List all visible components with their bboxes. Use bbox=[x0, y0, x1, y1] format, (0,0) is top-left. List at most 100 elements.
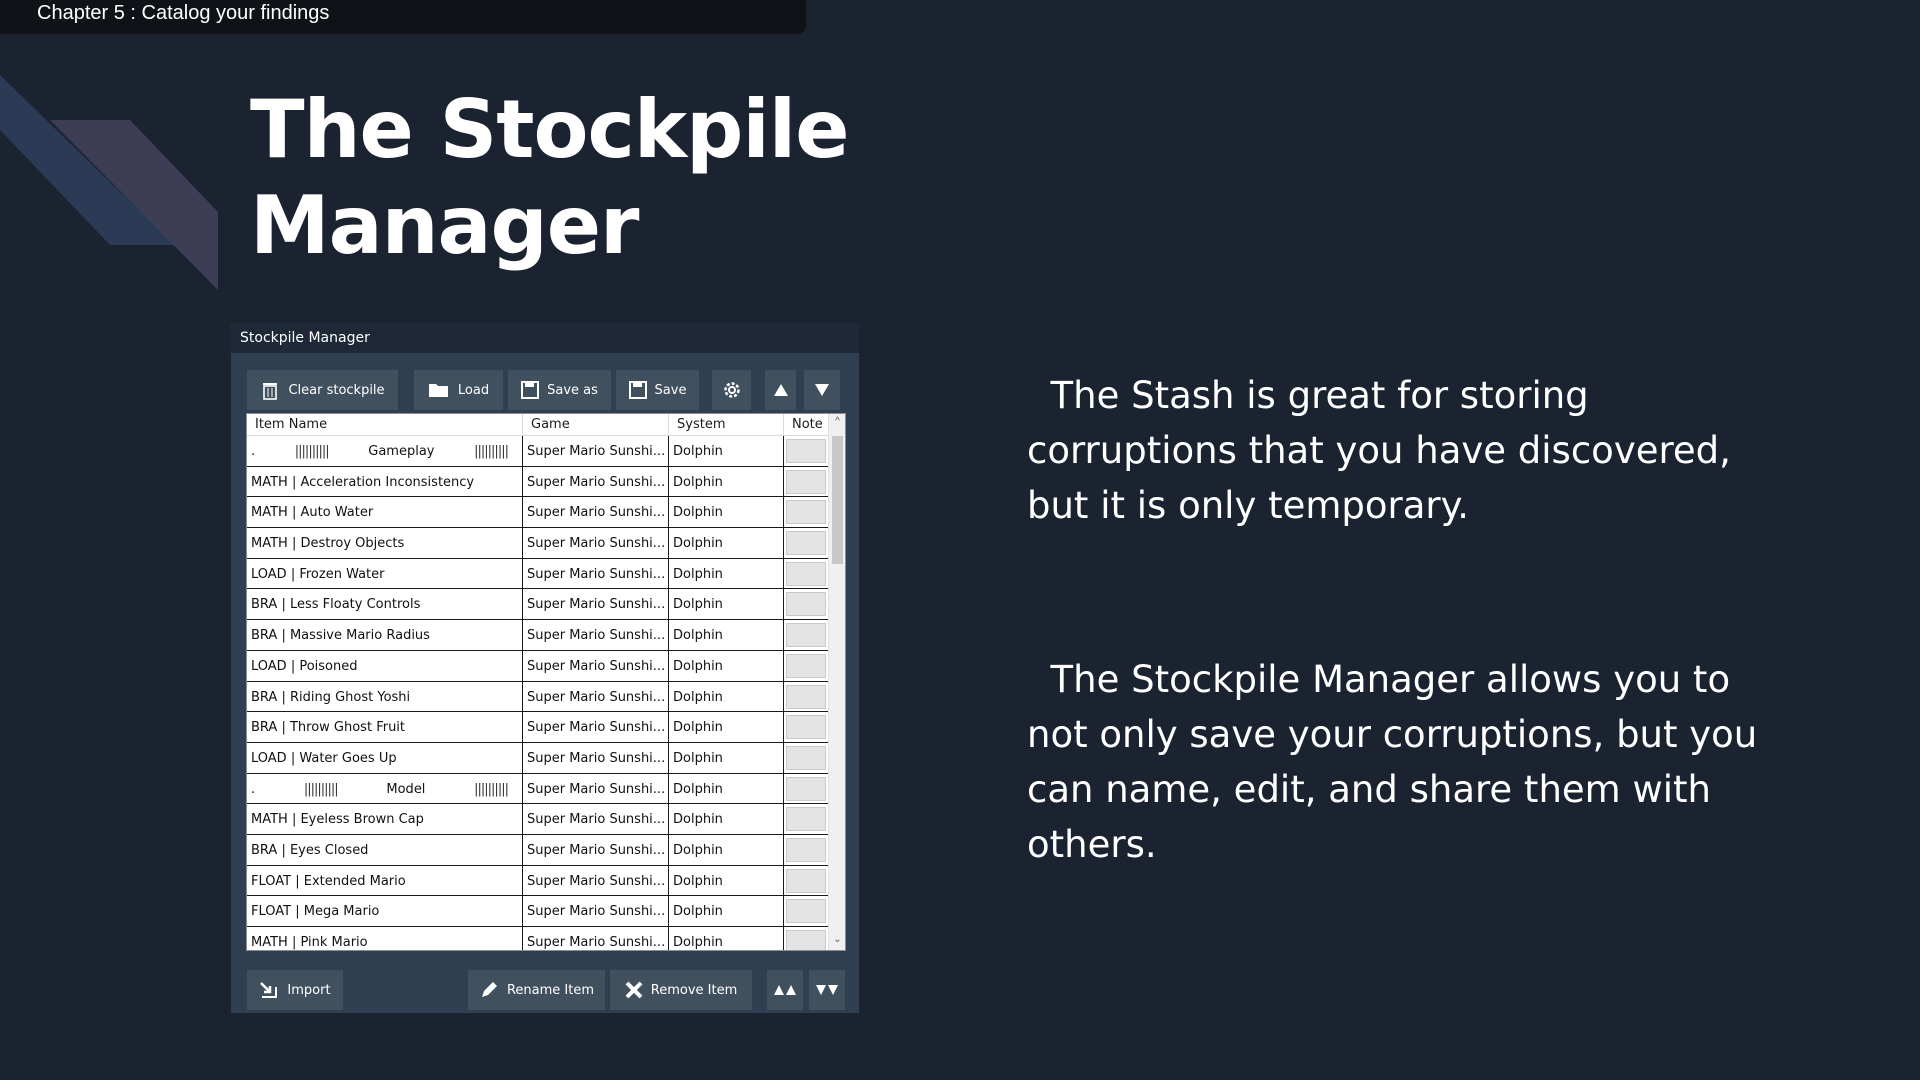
game-cell: Super Mario Sunshi... bbox=[523, 650, 669, 681]
paragraph-stash: The Stash is great for storing corruptio… bbox=[1027, 374, 1743, 527]
note-button[interactable] bbox=[786, 531, 826, 556]
window-body: Clear stockpile Load Save as Save Item N… bbox=[231, 353, 859, 1013]
table-row[interactable]: MATH | Acceleration Inconsistency Super M… bbox=[247, 466, 829, 498]
page-title: The Stockpile Manager bbox=[250, 82, 950, 274]
note-button[interactable] bbox=[786, 776, 826, 801]
note-button[interactable] bbox=[786, 930, 826, 950]
grid-header: Item Name Game System Note bbox=[247, 414, 829, 436]
stockpile-grid: Item Name Game System Note . |||||||||| Ga… bbox=[246, 413, 846, 951]
separator-bars-right: |||||||||| bbox=[474, 444, 509, 459]
separator-bars-left: |||||||||| bbox=[294, 444, 330, 459]
triangle-up-icon bbox=[773, 384, 788, 396]
note-button[interactable] bbox=[786, 684, 826, 709]
table-row[interactable]: BRA | Eyes Closed Super Mario Sunshi... Do… bbox=[247, 834, 829, 866]
note-cell bbox=[784, 896, 829, 926]
note-cell bbox=[784, 866, 829, 896]
column-header-system[interactable]: System bbox=[669, 414, 784, 436]
note-button[interactable] bbox=[786, 807, 826, 832]
import-button[interactable]: Import bbox=[247, 970, 343, 1010]
table-row-separator[interactable]: . |||||||||| Gameplay |||||||||| Super Mario… bbox=[247, 436, 829, 467]
game-cell: Super Mario Sunshi... bbox=[523, 773, 669, 804]
note-button[interactable] bbox=[786, 715, 826, 740]
item-name-cell: LOAD | Water Goes Up bbox=[247, 742, 523, 773]
note-button[interactable] bbox=[786, 868, 826, 893]
paragraph-stockpile: The Stockpile Manager allows you to not … bbox=[1027, 658, 1770, 866]
note-cell bbox=[784, 743, 829, 773]
column-header-item-name[interactable]: Item Name bbox=[247, 414, 523, 436]
system-cell: Dolphin bbox=[669, 497, 784, 528]
table-row[interactable]: LOAD | Poisoned Super Mario Sunshi... Dolp… bbox=[247, 650, 829, 682]
system-cell: Dolphin bbox=[669, 589, 784, 620]
note-button[interactable] bbox=[786, 469, 826, 494]
table-row[interactable]: LOAD | Frozen Water Super Mario Sunshi...… bbox=[247, 558, 829, 590]
table-row[interactable]: MATH | Destroy Objects Super Mario Sunshi… bbox=[247, 528, 829, 559]
rename-item-button[interactable]: Rename Item bbox=[468, 970, 605, 1010]
table-row[interactable]: MATH | Eyeless Brown Cap Super Mario Suns… bbox=[247, 804, 829, 835]
load-button[interactable]: Load bbox=[414, 370, 503, 410]
game-cell: Super Mario Sunshi... bbox=[523, 804, 669, 834]
table-row[interactable]: BRA | Massive Mario Radius Super Mario Su… bbox=[247, 620, 829, 651]
game-cell: Super Mario Sunshi... bbox=[523, 436, 669, 466]
note-cell bbox=[784, 804, 829, 834]
settings-button[interactable] bbox=[712, 370, 751, 410]
game-cell: Super Mario Sunshi... bbox=[523, 865, 669, 896]
vertical-scrollbar[interactable]: ^ ⌄ bbox=[828, 414, 845, 950]
note-button[interactable] bbox=[786, 623, 826, 648]
move-down-button[interactable] bbox=[804, 370, 840, 410]
note-cell bbox=[784, 682, 829, 712]
note-button[interactable] bbox=[786, 592, 826, 617]
note-button[interactable] bbox=[786, 561, 826, 586]
double-down-icon bbox=[816, 985, 838, 995]
move-to-top-button[interactable] bbox=[767, 970, 803, 1010]
system-cell: Dolphin bbox=[669, 927, 784, 950]
floppy-disk-icon bbox=[521, 381, 540, 399]
table-row[interactable]: MATH | Pink Mario Super Mario Sunshi... Do… bbox=[247, 927, 829, 950]
remove-item-button[interactable]: Remove Item bbox=[610, 970, 752, 1010]
column-header-note[interactable]: Note bbox=[784, 414, 829, 436]
note-button[interactable] bbox=[786, 439, 826, 463]
table-row[interactable]: BRA | Less Floaty Controls Super Mario Su… bbox=[247, 589, 829, 621]
table-row[interactable]: LOAD | Water Goes Up Super Mario Sunshi..… bbox=[247, 742, 829, 774]
move-up-button[interactable] bbox=[765, 370, 796, 410]
system-cell: Dolphin bbox=[669, 650, 784, 681]
system-cell: Dolphin bbox=[669, 896, 784, 926]
item-name-cell: BRA | Massive Mario Radius bbox=[247, 620, 523, 650]
table-row[interactable]: FLOAT | Mega Mario Super Mario Sunshi... D… bbox=[247, 896, 829, 927]
table-row[interactable]: MATH | Auto Water Super Mario Sunshi... Do… bbox=[247, 497, 829, 529]
item-name-cell: MATH | Pink Mario bbox=[247, 927, 523, 950]
scrollbar-thumb[interactable] bbox=[832, 436, 843, 564]
item-name-cell: FLOAT | Mega Mario bbox=[247, 896, 523, 926]
item-name-cell: BRA | Throw Ghost Fruit bbox=[247, 712, 523, 742]
scroll-up-arrow-icon[interactable]: ^ bbox=[831, 416, 844, 430]
scroll-down-arrow-icon[interactable]: ⌄ bbox=[831, 934, 844, 948]
note-cell bbox=[784, 589, 829, 619]
save-as-button[interactable]: Save as bbox=[508, 370, 611, 410]
table-row[interactable]: BRA | Throw Ghost Fruit Super Mario Sunsh… bbox=[247, 712, 829, 743]
note-cell bbox=[784, 927, 829, 950]
move-to-bottom-button[interactable] bbox=[809, 970, 845, 1010]
note-button[interactable] bbox=[786, 745, 826, 770]
note-button[interactable] bbox=[786, 837, 826, 862]
save-button[interactable]: Save bbox=[616, 370, 699, 410]
system-cell: Dolphin bbox=[669, 804, 784, 834]
system-cell: Dolphin bbox=[669, 834, 784, 865]
trash-icon bbox=[263, 383, 278, 400]
system-cell: Dolphin bbox=[669, 620, 784, 650]
column-header-game[interactable]: Game bbox=[523, 414, 669, 436]
table-row[interactable]: FLOAT | Extended Mario Super Mario Sunshi… bbox=[247, 865, 829, 897]
note-cell bbox=[784, 835, 829, 865]
system-cell: Dolphin bbox=[669, 528, 784, 558]
note-button[interactable] bbox=[786, 500, 826, 525]
note-button[interactable] bbox=[786, 653, 826, 678]
title-line-1: The Stockpile bbox=[250, 83, 849, 176]
clear-stockpile-button[interactable]: Clear stockpile bbox=[247, 370, 398, 410]
note-button[interactable] bbox=[786, 899, 826, 924]
item-name-cell: MATH | Destroy Objects bbox=[247, 528, 523, 558]
table-row[interactable]: BRA | Riding Ghost Yoshi Super Mario Suns… bbox=[247, 681, 829, 713]
stockpile-manager-window: Stockpile Manager Clear stockpile Load S… bbox=[230, 323, 859, 1013]
import-label: Import bbox=[287, 982, 331, 998]
table-row-separator[interactable]: . |||||||||| Model |||||||||| Super Mario Su… bbox=[247, 773, 829, 805]
item-name-cell: MATH | Eyeless Brown Cap bbox=[247, 804, 523, 834]
gear-icon bbox=[723, 382, 740, 398]
note-cell bbox=[784, 651, 829, 681]
